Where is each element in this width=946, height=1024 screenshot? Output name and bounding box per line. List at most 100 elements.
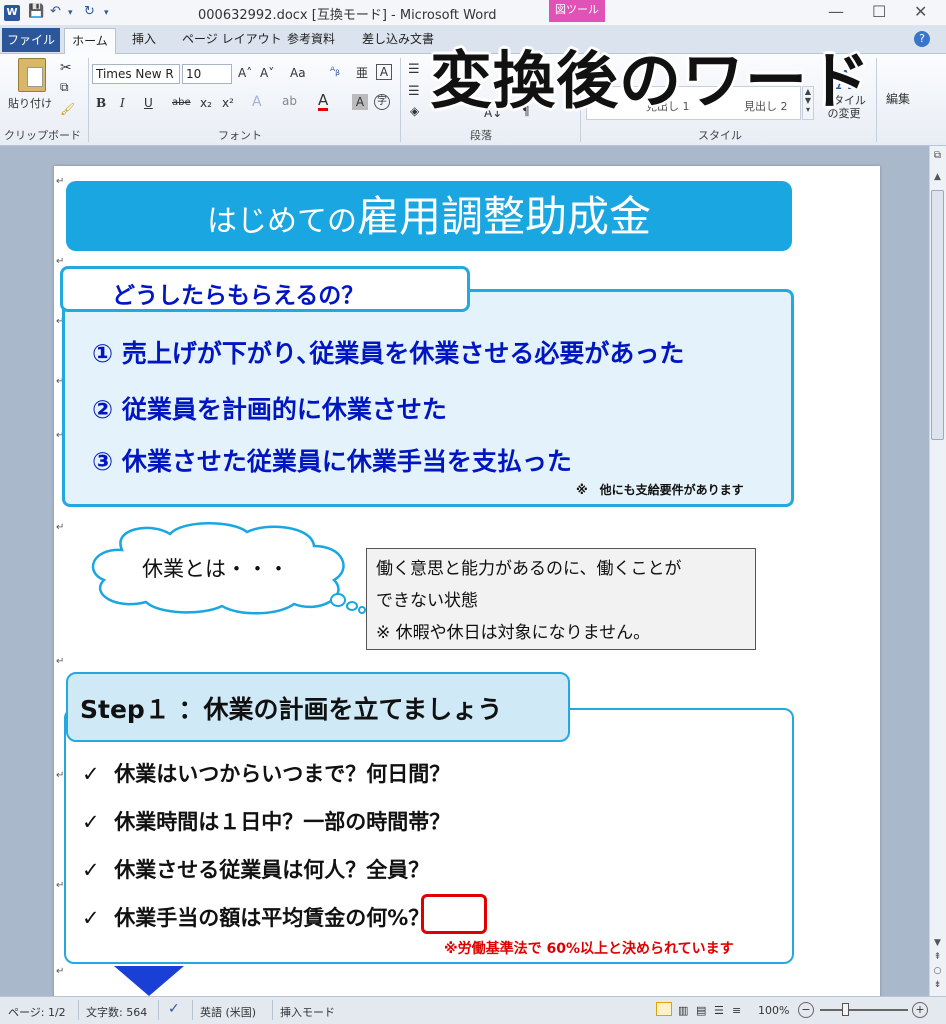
highlight-icon[interactable]: ab [282,94,297,108]
next-page-icon[interactable]: ⇟ [931,980,944,990]
title-prefix: はじめての [206,204,357,239]
redo-icon[interactable]: ↻ [84,4,95,19]
paragraph-mark: ↵ [56,256,65,267]
labor-law-note: ※労働基準法で 60%以上と決められています [444,941,734,957]
browse-object-icon[interactable]: ○ [931,966,944,976]
insert-mode[interactable]: 挿入モード [280,1004,335,1020]
font-group-label: フォント [218,129,262,142]
picture-tools-context-tab[interactable]: 図ツール [549,0,605,22]
tab-page-layout[interactable]: ページ レイアウト [182,30,282,47]
undo-dropdown-icon[interactable]: ▾ [68,8,73,18]
enclosed-character-icon[interactable]: 字 [374,94,390,110]
paragraph-mark: ↵ [56,656,65,667]
shrink-font-button[interactable]: A˅ [260,66,274,80]
paste-icon[interactable] [18,58,46,92]
zoom-out-button[interactable]: − [798,1002,814,1018]
paragraph-mark: ↵ [56,176,65,187]
undo-icon[interactable]: ↶ [50,4,61,19]
minimize-button[interactable]: — [828,2,844,21]
word-app-icon[interactable]: W [4,5,20,21]
scroll-up-button[interactable]: ▲ [931,172,944,182]
qat-customize-icon[interactable]: ▾ [104,8,109,18]
down-arrow-icon [114,966,184,996]
definition-line: ※ 休暇や休日は対象になりません。 [376,623,651,643]
cut-icon[interactable]: ✂ [60,60,72,76]
step1-checklist-item: ✓ 休業させる従業員は何人？全員？ [82,854,429,884]
title-main: 雇用調整助成金 [356,192,651,241]
tab-mailings[interactable]: 差し込み文書 [362,30,434,47]
character-border-icon[interactable]: A [376,64,392,80]
strikethrough-button[interactable]: abe [172,97,191,108]
clear-formatting-icon[interactable]: ᴬᵦ [330,64,340,78]
subscript-button[interactable]: x₂ [200,96,212,110]
underline-button[interactable]: U [144,96,153,110]
proofing-icon[interactable]: ✓ [168,1001,180,1017]
tab-references[interactable]: 参考資料 [287,30,335,47]
cloud-callout-text: 休業とは・・・ [142,557,289,581]
italic-button[interactable]: I [120,96,125,110]
group-separator [88,58,89,142]
overlay-caption: 変換後のワード [430,44,872,117]
previous-page-icon[interactable]: ⇞ [931,952,944,962]
status-separator [192,1000,193,1020]
bold-button[interactable]: B [96,96,106,110]
superscript-button[interactable]: x² [222,96,234,110]
web-layout-icon[interactable]: ▤ [696,1004,706,1017]
scroll-thumb[interactable] [931,190,944,440]
step1-checklist-item: ✓ 休業はいつからいつまで？何日間？ [82,758,450,788]
font-size-combobox[interactable]: 10 [182,64,232,84]
help-icon[interactable]: ? [914,31,930,47]
group-separator [876,58,877,142]
grow-font-button[interactable]: A˄ [238,66,252,80]
format-painter-icon[interactable]: 🖌 [60,102,75,116]
document-title: はじめての雇用調整助成金 [66,183,792,244]
requirements-note: ※ 他にも支給要件があります [576,483,744,497]
paragraph-shading-icon[interactable]: ◈ [410,104,419,118]
close-button[interactable]: ✕ [914,2,927,21]
paragraph-mark: ↵ [56,966,65,977]
word-count[interactable]: 文字数: 564 [86,1004,147,1020]
step1-checklist-item: ✓ 休業手当の額は平均賃金の何%？ [82,902,429,932]
step1-item-text: 休業はいつからいつまで？何日間？ [114,762,451,786]
font-name-combobox[interactable]: Times New R [92,64,180,84]
print-layout-icon[interactable] [656,1002,672,1016]
full-screen-reading-icon[interactable]: ▥ [678,1004,688,1017]
save-icon[interactable]: 💾 [28,4,44,19]
bullets-icon[interactable]: ☰ [408,62,420,77]
align-left-icon[interactable]: ☰ [408,84,420,99]
character-shading-icon[interactable]: A [352,94,368,110]
percent-highlight-frame [421,894,487,934]
draft-view-icon[interactable]: ≡ [732,1004,741,1017]
tab-file[interactable]: ファイル [2,28,60,52]
tab-home[interactable]: ホーム [64,28,116,55]
step1-item-text: 休業させる従業員は何人？全員？ [114,858,430,882]
zoom-in-button[interactable]: + [912,1002,928,1018]
status-separator [78,1000,79,1020]
step1-item-text: 休業時間は１日中？一部の時間帯？ [114,810,451,834]
scroll-down-button[interactable]: ▼ [931,938,944,948]
requirements-heading: どうしたらもらえるの？ [112,283,365,309]
ruler-toggle-icon[interactable]: ⧉ [931,150,944,161]
status-separator [272,1000,273,1020]
definition-line: できない状態 [376,591,478,611]
language-indicator[interactable]: 英語 (米国) [200,1004,256,1020]
outline-view-icon[interactable]: ☰ [714,1004,724,1017]
zoom-level[interactable]: 100% [758,1004,789,1017]
text-effects-icon[interactable]: A [252,94,262,110]
requirement-item: ② 従業員を計画的に休業させた [92,395,447,424]
step1-checklist-item: ✓ 休業時間は１日中？一部の時間帯？ [82,806,450,836]
change-case-button[interactable]: Aa [290,66,306,80]
tab-insert[interactable]: 挿入 [132,30,156,47]
editing-button[interactable]: 編集 [886,90,910,107]
font-color-icon[interactable]: A [318,92,329,111]
zoom-slider-track[interactable] [820,1009,908,1011]
checkmark-icon: ✓ [82,906,100,930]
copy-icon[interactable]: ⧉ [60,80,69,95]
page-indicator[interactable]: ページ: 1/2 [8,1004,66,1020]
zoom-slider-handle[interactable] [842,1003,849,1016]
paste-button[interactable]: 貼り付け [8,95,52,111]
phonetic-guide-icon[interactable]: 亜 [356,64,368,81]
highlighted-percent: 何% [366,906,409,930]
requirement-item: ③ 休業させた従業員に休業手当を支払った [92,447,572,476]
maximize-button[interactable]: ☐ [872,2,886,21]
